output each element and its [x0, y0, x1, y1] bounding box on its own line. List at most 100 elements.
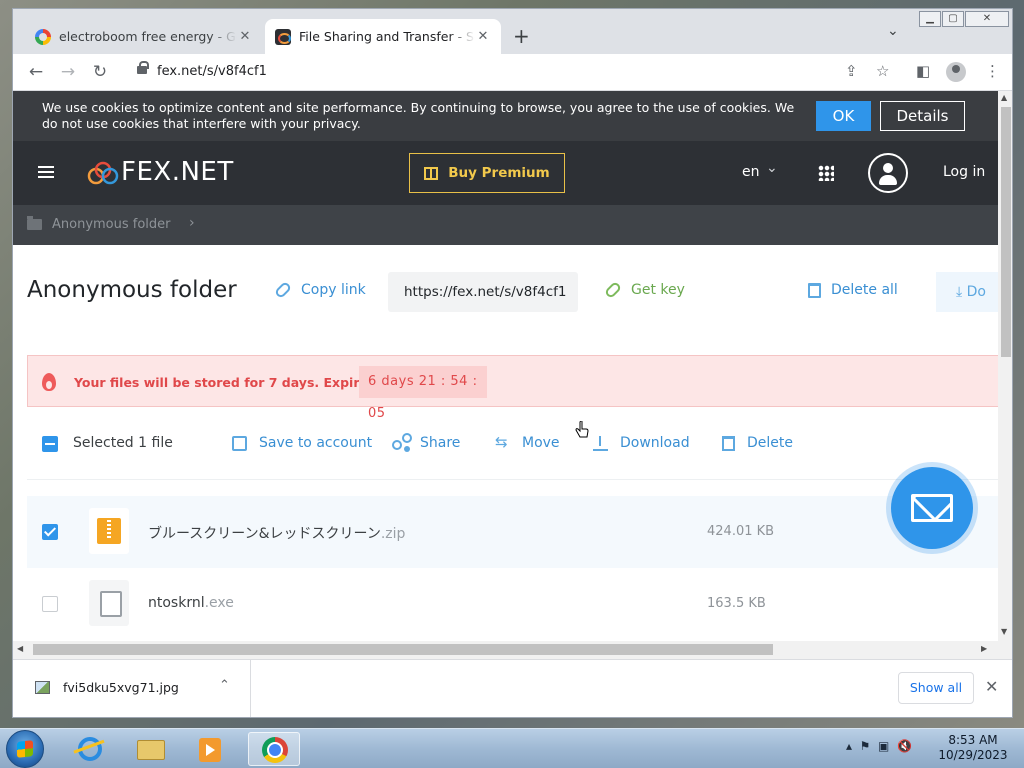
taskbar-clock[interactable]: 8:53 AM 10/29/2023: [930, 733, 1016, 763]
tab-title: electroboom free energy - Google: [59, 29, 237, 44]
zip-file-icon: [89, 508, 129, 554]
lock-icon[interactable]: [137, 61, 149, 74]
horizontal-scroll-thumb[interactable]: [33, 644, 773, 655]
buy-premium-button[interactable]: Buy Premium: [409, 153, 565, 193]
buy-premium-label: Buy Premium: [448, 165, 550, 181]
move-icon: [495, 433, 510, 451]
site-logo-text[interactable]: FEX.NET: [121, 157, 234, 187]
fire-icon: [42, 373, 56, 391]
taskbar-file-explorer[interactable]: [124, 732, 176, 766]
address-bar[interactable]: fex.net/s/v8f4cf1: [129, 58, 899, 86]
download-item[interactable]: fvi5dku5xvg71.jpg ⌃: [13, 660, 251, 717]
vertical-scroll-thumb[interactable]: [1001, 107, 1011, 357]
new-tab-icon[interactable]: +: [513, 24, 530, 48]
file-name[interactable]: ブルースクリーン&レッドスクリーン.zip: [148, 523, 405, 543]
share-url-field[interactable]: https://fex.net/s/v8f4cf1: [388, 272, 578, 312]
minimize-window-button[interactable]: ▁: [919, 11, 941, 27]
share-label: Share: [420, 435, 461, 451]
chevron-up-icon[interactable]: ⌃: [219, 678, 230, 693]
taskbar-chrome[interactable]: [248, 732, 300, 766]
file-name[interactable]: ntoskrnl.exe: [148, 595, 234, 611]
tab-search-chevron-icon[interactable]: ⌄: [887, 23, 899, 39]
move-label: Move: [522, 435, 560, 451]
back-arrow-icon[interactable]: ←: [25, 61, 47, 83]
file-row[interactable]: ブルースクリーン&レッドスクリーン.zip 424.01 KB: [27, 496, 998, 568]
tab-fex[interactable]: File Sharing and Transfer - Send l ✕: [265, 19, 501, 54]
google-icon: [35, 28, 51, 45]
windows-taskbar: ▴ ⚑ ▣ 🔇 8:53 AM 10/29/2023: [0, 728, 1024, 768]
horizontal-scrollbar[interactable]: ◀ ▶: [13, 641, 998, 659]
bookmark-star-icon[interactable]: ☆: [876, 62, 889, 80]
vertical-scrollbar[interactable]: ▲ ▼: [998, 91, 1012, 659]
selection-actions-bar: Selected 1 file Save to account Share Mo…: [27, 425, 1002, 480]
expiry-countdown: 6 days 21 : 54 : 05: [359, 366, 487, 421]
select-all-checkbox[interactable]: [42, 436, 58, 452]
folder-icon: [27, 216, 42, 230]
download-button[interactable]: Download: [593, 435, 690, 451]
apps-grid-icon[interactable]: [818, 165, 834, 181]
media-player-icon: [199, 738, 221, 762]
save-icon: [232, 435, 247, 451]
close-window-button[interactable]: ✕: [965, 11, 1009, 27]
language-selector[interactable]: en: [742, 164, 760, 180]
profile-avatar-icon[interactable]: [946, 62, 966, 82]
link-icon: [273, 280, 293, 300]
show-all-button[interactable]: Show all: [898, 672, 974, 704]
get-key-button[interactable]: Get key: [603, 280, 685, 300]
hamburger-menu-icon[interactable]: [38, 166, 54, 178]
share-page-icon[interactable]: ⇪: [845, 62, 858, 80]
file-checkbox[interactable]: [42, 596, 58, 612]
side-panel-icon[interactable]: ◧: [916, 62, 930, 80]
close-tab-icon[interactable]: ✕: [237, 29, 253, 44]
move-button[interactable]: Move: [495, 433, 560, 452]
document-file-icon: [89, 580, 129, 626]
copy-link-label: Copy link: [301, 282, 366, 298]
file-size: 424.01 KB: [707, 524, 775, 539]
folder-content: Anonymous folder Copy link https://fex.n…: [13, 245, 1006, 659]
contact-mail-button[interactable]: [891, 467, 973, 549]
share-button[interactable]: Share: [392, 432, 461, 451]
breadcrumb-folder[interactable]: Anonymous folder: [52, 217, 171, 232]
start-button[interactable]: [6, 730, 44, 768]
page-viewport: We use cookies to optimize content and s…: [13, 91, 1012, 659]
page-title: Anonymous folder: [27, 277, 237, 303]
scroll-left-arrow-icon[interactable]: ◀: [17, 644, 23, 653]
more-menu-icon[interactable]: ⋮: [985, 62, 1000, 80]
delete-button[interactable]: Delete: [722, 435, 793, 451]
scroll-up-arrow-icon[interactable]: ▲: [1001, 93, 1007, 102]
save-label: Save to account: [259, 435, 373, 451]
close-icon[interactable]: ✕: [985, 677, 998, 696]
taskbar-media-player[interactable]: [184, 732, 236, 766]
copy-link-button[interactable]: Copy link: [273, 280, 366, 300]
download-all-button[interactable]: ⤓ Do: [936, 272, 1006, 312]
login-link[interactable]: Log in: [943, 164, 985, 180]
scroll-down-arrow-icon[interactable]: ▼: [1001, 627, 1007, 636]
file-checkbox[interactable]: [42, 524, 58, 540]
fex-logo-icon[interactable]: [87, 161, 119, 185]
gift-icon: [424, 166, 439, 180]
cookie-ok-button[interactable]: OK: [816, 101, 871, 131]
save-to-account-button[interactable]: Save to account: [232, 435, 372, 451]
tab-google-search[interactable]: electroboom free energy - Google ✕: [25, 19, 263, 54]
tab-strip: electroboom free energy - Google ✕ File …: [13, 9, 1012, 54]
user-avatar-icon[interactable]: [868, 153, 908, 193]
url-text[interactable]: fex.net/s/v8f4cf1: [157, 64, 267, 79]
chevron-down-icon[interactable]: ⌄: [766, 160, 778, 176]
browser-toolbar: ← → ↻ fex.net/s/v8f4cf1 ⇪ ☆ ◧ ⋮: [13, 54, 1012, 91]
envelope-icon: [911, 494, 953, 522]
key-link-icon: [603, 280, 623, 300]
maximize-window-button[interactable]: ▢: [942, 11, 964, 27]
image-file-icon: [35, 681, 50, 694]
taskbar-internet-explorer[interactable]: [64, 732, 116, 766]
system-tray-icons[interactable]: ▴ ⚑ ▣ 🔇: [846, 739, 912, 753]
download-icon: [593, 435, 608, 451]
forward-arrow-icon[interactable]: →: [57, 61, 79, 83]
delete-all-button[interactable]: Delete all: [808, 282, 898, 298]
internet-explorer-icon: [78, 737, 102, 761]
download-file-name[interactable]: fvi5dku5xvg71.jpg: [63, 680, 179, 695]
file-row[interactable]: ntoskrnl.exe 163.5 KB: [27, 568, 998, 640]
reload-icon[interactable]: ↻: [89, 61, 111, 83]
scroll-right-arrow-icon[interactable]: ▶: [981, 644, 987, 653]
cookie-details-button[interactable]: Details: [880, 101, 965, 131]
close-tab-icon[interactable]: ✕: [475, 29, 491, 44]
